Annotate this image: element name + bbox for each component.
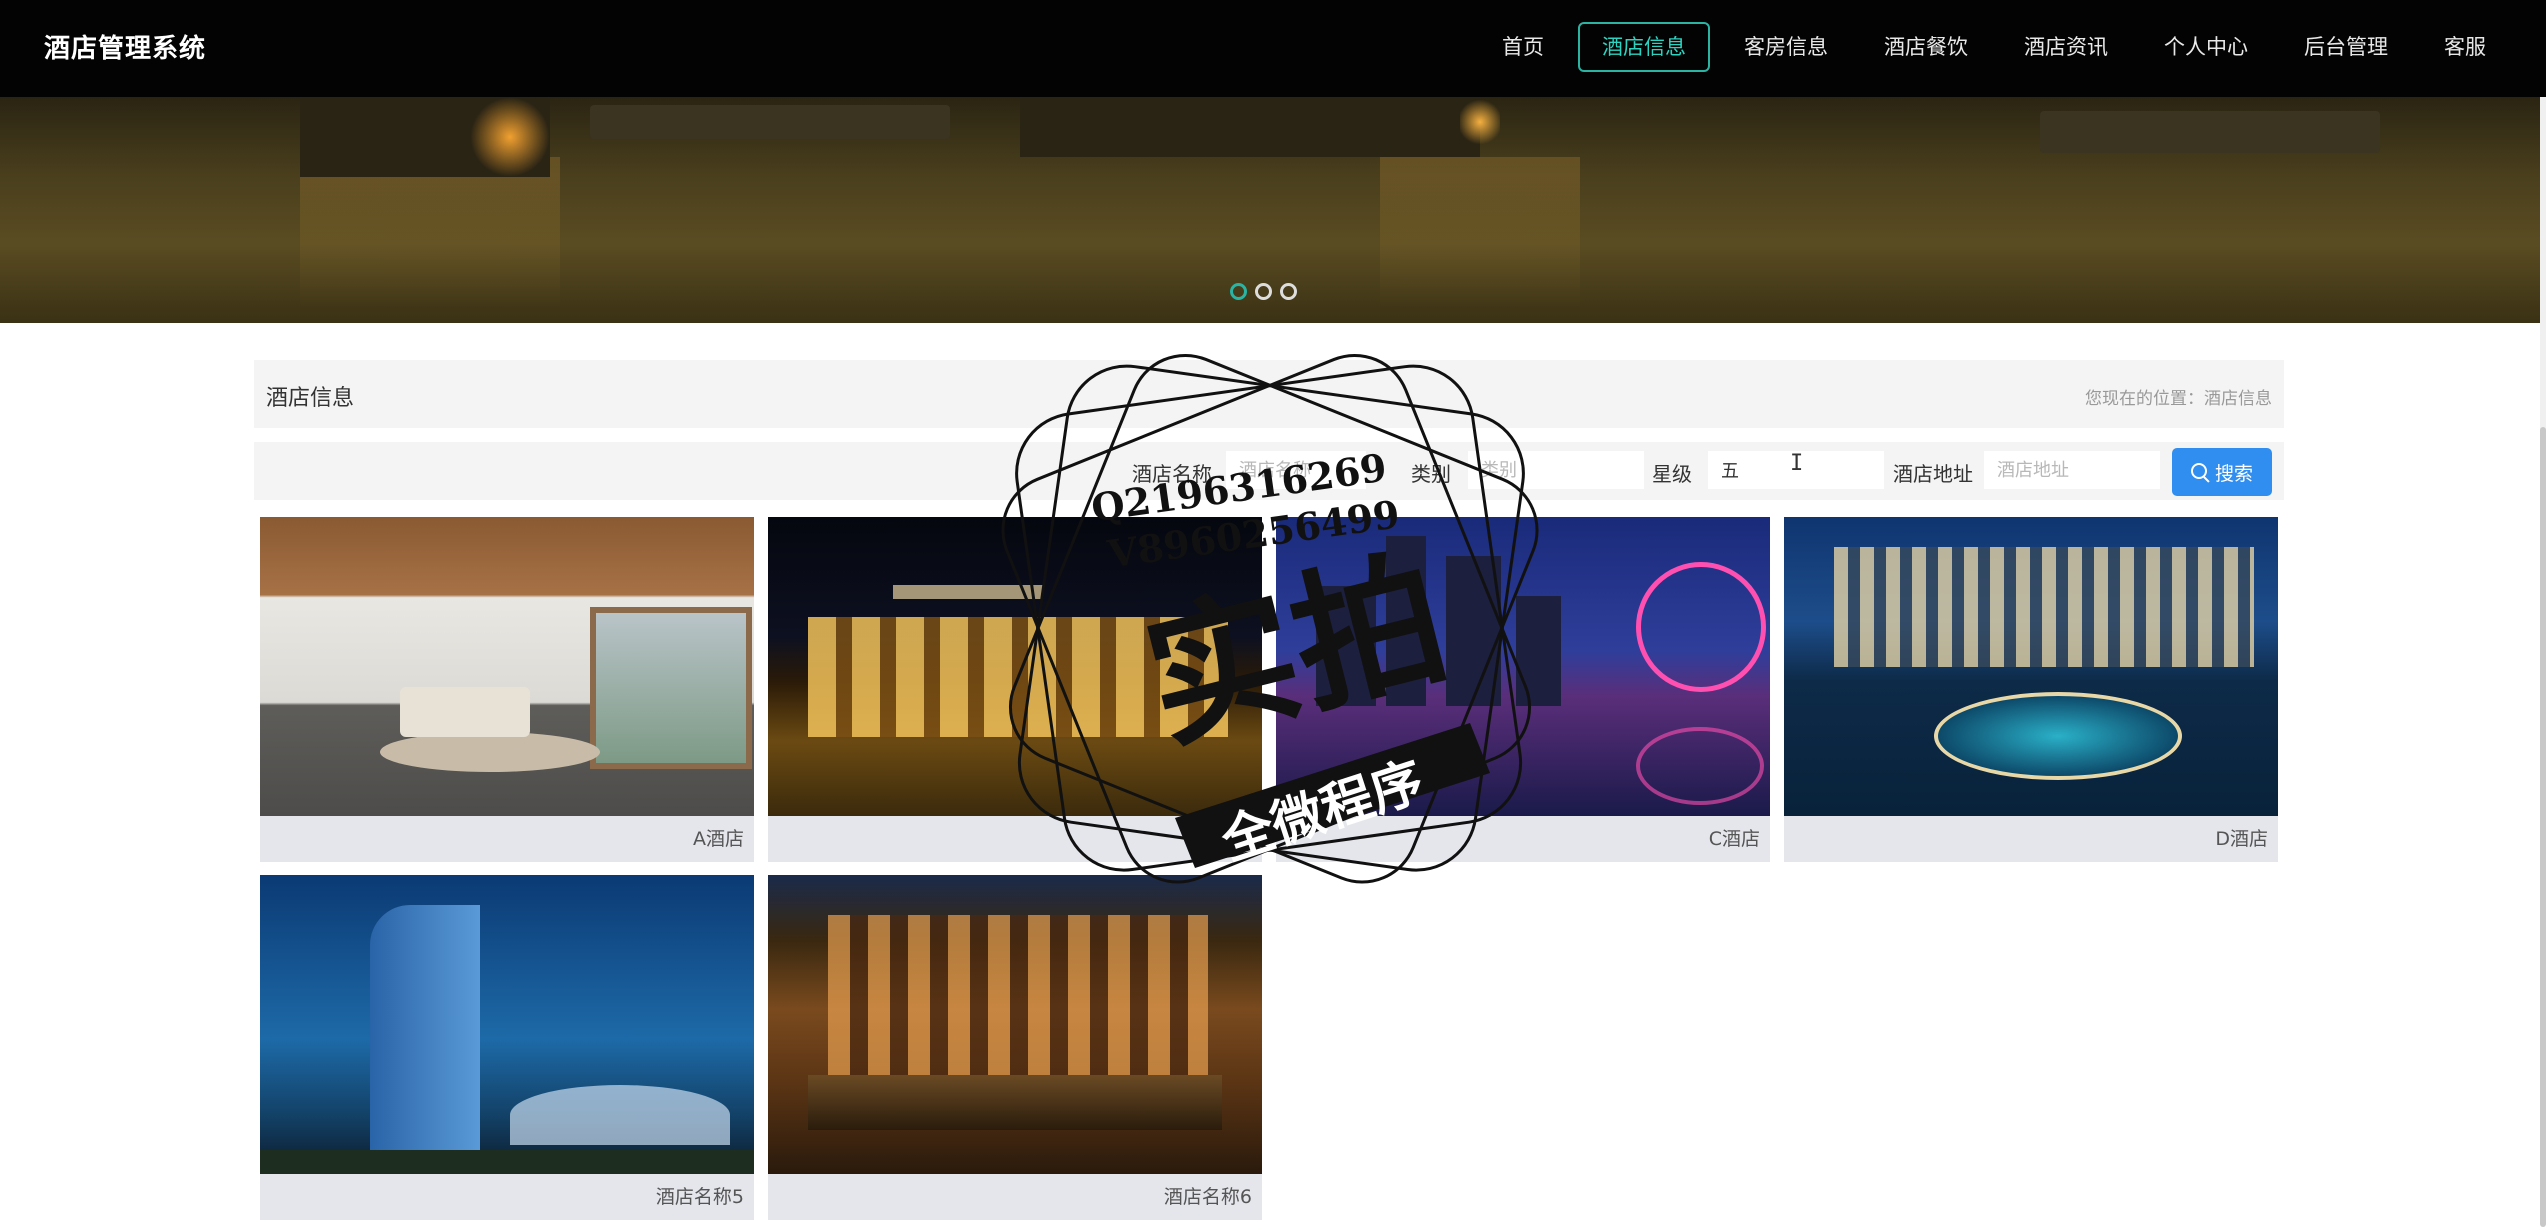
hotel-name-label: 酒店名称 — [1132, 462, 1212, 486]
photo-detail — [1446, 556, 1501, 706]
photo-detail — [1316, 586, 1376, 706]
nav-item-hotel-info[interactable]: 酒店信息 — [1578, 22, 1710, 72]
brand-title[interactable]: 酒店管理系统 — [44, 28, 206, 65]
photo-detail — [590, 607, 752, 769]
hotel-card[interactable]: C酒店 — [1276, 517, 1770, 862]
hotel-card[interactable]: A酒店 — [260, 517, 754, 862]
hotel-card[interactable]: 酒店名称5 — [260, 875, 754, 1220]
hotel-photo[interactable] — [260, 875, 754, 1174]
photo-detail — [893, 585, 1043, 599]
carousel-dot[interactable] — [1255, 283, 1272, 300]
search-button[interactable]: 搜索 — [2172, 448, 2272, 496]
top-navbar: 酒店管理系统 首页 酒店信息 客房信息 酒店餐饮 酒店资讯 个人中心 后台管理 … — [0, 0, 2546, 97]
carousel-dot[interactable] — [1230, 283, 1247, 300]
banner-light — [470, 97, 550, 177]
search-button-label: 搜索 — [2214, 462, 2253, 485]
photo-detail — [1386, 536, 1426, 706]
photo-detail — [1636, 562, 1766, 692]
hotel-photo[interactable] — [1276, 517, 1770, 816]
banner-light — [1460, 97, 1500, 147]
category-input[interactable] — [1468, 451, 1644, 489]
hotel-card[interactable]: 酒店名称6 — [768, 875, 1262, 1220]
hotel-name[interactable]: 酒店名称6 — [768, 1174, 1262, 1220]
banner-carousel[interactable] — [0, 97, 2540, 323]
nav-item-customer-service[interactable]: 客服 — [2422, 22, 2508, 72]
photo-detail — [808, 617, 1228, 737]
nav-item-home[interactable]: 首页 — [1480, 22, 1566, 72]
page-title: 酒店信息 — [266, 386, 355, 411]
hotel-name[interactable]: A酒店 — [260, 816, 754, 862]
banner-reflection — [300, 157, 560, 307]
banner-boat — [2040, 111, 2380, 153]
search-form: 酒店名称 类别 星级 酒店地址 搜索 — [254, 442, 2284, 500]
hotel-photo[interactable] — [1784, 517, 2278, 816]
photo-detail — [1834, 547, 2254, 667]
banner-pier — [1020, 97, 1480, 157]
photo-detail — [380, 732, 600, 772]
breadcrumb-current[interactable]: 酒店信息 — [2204, 389, 2272, 409]
nav-item-news[interactable]: 酒店资讯 — [2002, 22, 2130, 72]
hotel-photo[interactable] — [768, 875, 1262, 1174]
breadcrumb: 您现在的位置：酒店信息 — [2085, 384, 2272, 409]
nav-item-personal-center[interactable]: 个人中心 — [2142, 22, 2270, 72]
hotel-name[interactable]: 酒店名称5 — [260, 1174, 754, 1220]
nav-item-dining[interactable]: 酒店餐饮 — [1862, 22, 1990, 72]
photo-detail — [808, 1075, 1222, 1130]
banner-boat — [590, 105, 950, 139]
hotel-photo[interactable] — [260, 517, 754, 816]
breadcrumb-label: 您现在的位置： — [2085, 389, 2204, 409]
text-cursor-icon: I — [1790, 451, 1804, 476]
carousel-dots — [1230, 283, 1297, 300]
hotel-address-input[interactable] — [1984, 451, 2160, 489]
photo-detail — [260, 1150, 754, 1174]
hotel-name[interactable]: C酒店 — [1276, 816, 1770, 862]
hotel-card[interactable]: D酒店 — [1784, 517, 2278, 862]
scrollbar-thumb[interactable] — [2540, 427, 2546, 1227]
photo-detail — [400, 687, 530, 737]
star-level-label: 星级 — [1652, 462, 1692, 486]
photo-detail — [828, 915, 1208, 1075]
nav-item-admin[interactable]: 后台管理 — [2282, 22, 2410, 72]
section-header: 酒店信息 您现在的位置：酒店信息 — [254, 360, 2284, 428]
page-scrollbar[interactable] — [2540, 97, 2546, 1227]
photo-detail — [1516, 596, 1561, 706]
category-label: 类别 — [1411, 462, 1451, 486]
photo-detail — [370, 905, 480, 1155]
hotel-name-input[interactable] — [1226, 451, 1366, 489]
hotel-card[interactable]: B酒店 — [768, 517, 1262, 862]
carousel-dot[interactable] — [1280, 283, 1297, 300]
photo-detail — [1934, 692, 2182, 780]
photo-detail — [1636, 727, 1764, 805]
nav-menu: 首页 酒店信息 客房信息 酒店餐饮 酒店资讯 个人中心 后台管理 客服 — [1468, 22, 2508, 72]
hotel-name[interactable]: B酒店 — [768, 816, 1262, 862]
hotel-address-label: 酒店地址 — [1893, 462, 1973, 486]
banner-reflection — [1380, 157, 1580, 307]
nav-item-room-info[interactable]: 客房信息 — [1722, 22, 1850, 72]
hotel-name[interactable]: D酒店 — [1784, 816, 2278, 862]
search-icon — [2190, 463, 2209, 481]
hotel-photo[interactable] — [768, 517, 1262, 816]
photo-detail — [510, 1085, 730, 1145]
